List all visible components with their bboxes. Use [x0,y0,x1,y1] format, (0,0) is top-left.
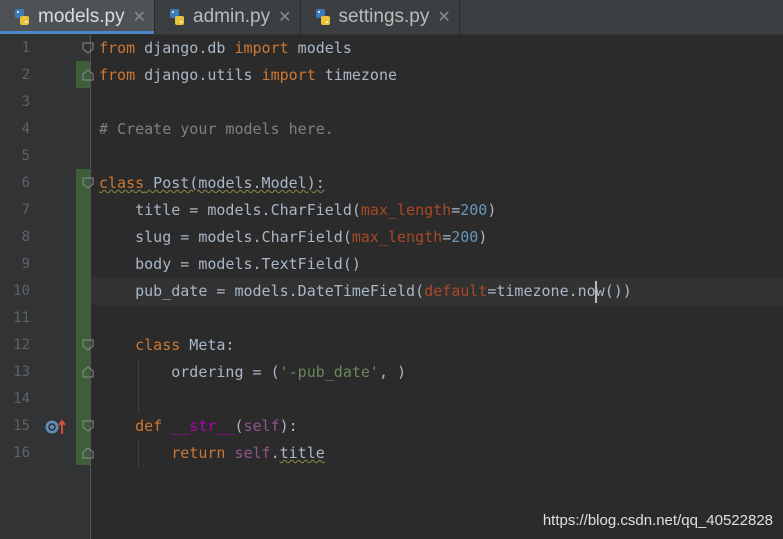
keyword-from: from [99,39,136,57]
self-keyword: self [243,417,280,435]
param-name: max_length [360,201,452,219]
code-line-1: from django.db import models [91,35,783,62]
close-icon[interactable]: ✕ [133,7,146,27]
import-name: timezone [315,66,398,84]
line-number: 6 [21,175,30,191]
line-number: 11 [13,310,30,326]
line-number: 8 [21,229,30,245]
line-number: 3 [21,94,30,110]
code-line-15: def __str__(self): [91,413,783,440]
line-number: 5 [21,148,30,164]
watermark-url: https://blog.csdn.net/qq_40522828 [542,512,773,529]
python-file-icon [15,9,29,25]
code-text: . [270,444,280,462]
string-literal: '-pub_date' [279,363,379,381]
line-number: 4 [21,121,30,137]
code-line-2: from django.utils import timezone [91,62,783,89]
line-number: 7 [21,202,30,218]
code-text: =timezone.no [487,282,596,300]
line-number: 14 [13,391,30,407]
line-number: 16 [13,445,30,461]
module-name: django.utils [135,66,262,84]
close-icon[interactable]: ✕ [278,7,291,27]
tab-models-py[interactable]: models.py ✕ [0,0,156,34]
code-text: w()) [595,282,632,300]
line-number: 10 [13,283,30,299]
method-name: __str__ [171,417,235,435]
tab-label: admin.py [193,6,271,27]
code-line-9: body = models.TextField() [91,251,783,278]
line-number: 12 [13,337,30,353]
param-name: default [424,282,488,300]
code-line-4: # Create your models here. [91,116,783,143]
close-icon[interactable]: ✕ [437,7,450,27]
line-number: 9 [21,256,30,272]
line-number: 13 [13,364,30,380]
number-literal: 200 [451,228,479,246]
keyword-return: return [171,444,226,462]
code-text: = [442,228,452,246]
code-line-7: title = models.CharField(max_length=200) [91,197,783,224]
code-text: ): [279,417,298,435]
self-keyword: self [234,444,271,462]
tab-label: settings.py [338,6,430,27]
code-editor[interactable]: from django.db import models from django… [91,35,783,539]
code-line-12: class Meta: [91,332,783,359]
override-method-icon[interactable] [44,418,66,436]
keyword-import: import [234,39,289,57]
keyword-from: from [99,66,136,84]
attribute-name: title [279,444,325,462]
keyword-def: def [135,417,163,435]
line-number: 2 [21,67,30,83]
code-text: pub_date = models.DateTimeField( [99,282,425,300]
code-line-10: pub_date = models.DateTimeField(default=… [91,278,783,305]
tab-settings-py[interactable]: settings.py ✕ [301,0,460,34]
class-declaration: Meta: [180,336,235,354]
code-text: ordering = ( [99,363,280,381]
code-text: , ) [378,363,407,381]
tab-label: models.py [38,6,125,27]
keyword-class: class [135,336,181,354]
line-number: 1 [21,40,30,56]
code-text: ( [234,417,244,435]
comment: # Create your models here. [99,120,334,138]
code-line-6: class Post(models.Model): [91,170,783,197]
code-text: ) [487,201,497,219]
import-name: models [288,39,352,57]
code-text: ) [478,228,488,246]
line-number-gutter: 1 2 3 4 5 6 7 8 9 10 11 12 13 14 15 16 [0,35,94,539]
keyword-import: import [261,66,316,84]
code-line-8: slug = models.CharField(max_length=200) [91,224,783,251]
class-declaration: Post(models.Model): [144,174,325,192]
module-name: django.db [135,39,235,57]
number-literal: 200 [460,201,488,219]
python-file-icon [315,9,330,25]
code-text: title = models.CharField( [99,201,361,219]
code-text: body = models.TextField() [99,255,361,273]
tab-admin-py[interactable]: admin.py ✕ [155,0,301,34]
code-text: slug = models.CharField( [99,228,352,246]
code-line-13: ordering = ('-pub_date', ) [91,359,783,386]
code-line-16: return self.title [91,440,783,467]
editor-tab-bar: models.py ✕ admin.py ✕ settings.py ✕ [0,0,783,35]
code-text: = [451,201,461,219]
line-number: 15 [13,418,30,434]
python-file-icon [170,9,185,25]
param-name: max_length [351,228,443,246]
keyword-class: class [99,174,145,192]
